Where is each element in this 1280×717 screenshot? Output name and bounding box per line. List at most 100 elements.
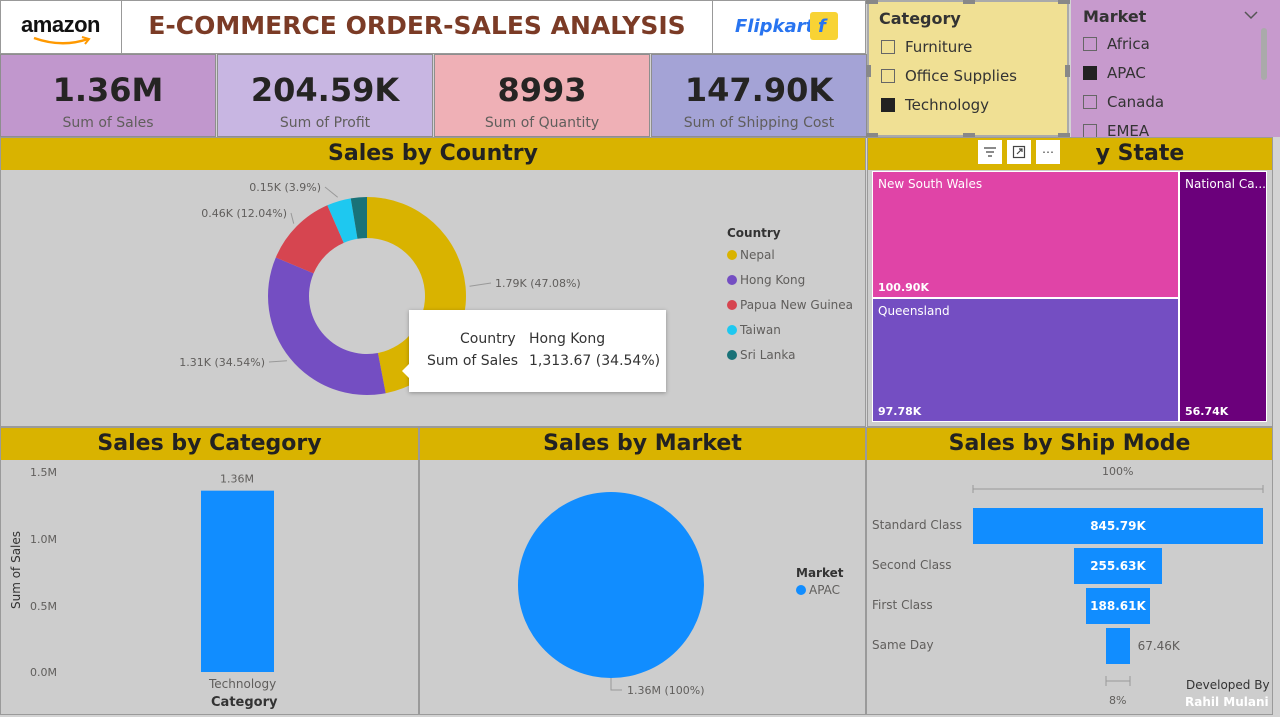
kpi-sum-of-shipping-cost: 147.90K Sum of Shipping Cost xyxy=(651,54,867,137)
market-pie-chart[interactable]: 1.36M (100%) xyxy=(480,464,800,714)
tooltip-pointer xyxy=(402,364,409,378)
flipkart-logo: Flipkart f xyxy=(712,0,866,54)
legend-label: Sri Lanka xyxy=(740,347,796,362)
resize-handle[interactable] xyxy=(1065,65,1070,77)
treemap-value: 97.78K xyxy=(878,405,922,418)
funnel-bottom-percent: 8% xyxy=(1109,694,1127,707)
y-tick-label: 1.5M xyxy=(30,466,57,479)
data-label-leader xyxy=(610,678,622,691)
slicer-item-africa[interactable]: Africa xyxy=(1083,29,1164,58)
slicer-item-list: Africa APAC Canada EMEA xyxy=(1083,29,1164,137)
y-tick-label: 0.0M xyxy=(30,666,57,679)
category-bar-chart[interactable]: 1.36M xyxy=(91,462,391,694)
tooltip: Country Hong Kong Sum of Sales 1,313.67 … xyxy=(402,310,666,392)
tooltip-value: Hong Kong xyxy=(529,331,606,347)
data-label-leader xyxy=(469,282,492,287)
legend-item-sri-lanka[interactable]: Sri Lanka xyxy=(727,342,853,367)
legend-label: Nepal xyxy=(740,247,775,262)
legend-item-hong-kong[interactable]: Hong Kong xyxy=(727,267,853,292)
slicer-item-label: APAC xyxy=(1107,63,1146,82)
treemap-label: Queensland xyxy=(878,304,950,318)
slicer-item-technology[interactable]: Technology xyxy=(881,90,1017,119)
panel-title: y State xyxy=(868,138,1272,170)
pie-slice-apac[interactable] xyxy=(518,492,704,678)
scrollbar[interactable] xyxy=(1261,28,1267,80)
amazon-logo-text: amazon xyxy=(21,12,100,37)
funnel-bar-same-day[interactable] xyxy=(1106,628,1130,664)
legend-title: Market xyxy=(796,566,844,580)
kpi-value: 1.36M xyxy=(52,71,164,109)
funnel-top-bracket xyxy=(972,485,1264,493)
data-label: 1.79K (47.08%) xyxy=(495,277,581,290)
panel-title: Sales by Category xyxy=(1,428,418,460)
kpi-value: 204.59K xyxy=(250,71,400,109)
data-label: 0.46K (12.04%) xyxy=(201,207,287,220)
resize-handle[interactable] xyxy=(866,65,871,77)
funnel-category-label: Same Day xyxy=(872,638,934,652)
visual-header-toolbar: ⋯ xyxy=(978,140,1060,166)
slicer-item-office-supplies[interactable]: Office Supplies xyxy=(881,61,1017,90)
legend-item-apac[interactable]: APAC xyxy=(796,580,844,600)
slicer-item-label: Furniture xyxy=(905,37,973,56)
treemap-cell-queensland[interactable]: Queensland 97.78K xyxy=(872,298,1179,422)
legend-item-taiwan[interactable]: Taiwan xyxy=(727,317,853,342)
market-slicer[interactable]: Market Africa APAC Canada EMEA xyxy=(1071,0,1280,137)
treemap-label: New South Wales xyxy=(878,177,983,191)
panel-title-text: y State xyxy=(1095,141,1185,166)
funnel-bar-standard-class[interactable]: 845.79K xyxy=(973,508,1263,544)
data-label-leader xyxy=(324,186,338,198)
bar-technology[interactable] xyxy=(201,490,274,672)
legend-dot xyxy=(727,324,737,335)
slicer-item-canada[interactable]: Canada xyxy=(1083,87,1164,116)
donut-slice-hong-kong[interactable] xyxy=(267,257,386,395)
checkbox-icon[interactable] xyxy=(1083,36,1097,51)
checkbox-checked-icon[interactable] xyxy=(1083,65,1097,80)
slicer-item-emea[interactable]: EMEA xyxy=(1083,116,1164,137)
kpi-sum-of-sales: 1.36M Sum of Sales xyxy=(0,54,216,137)
funnel-bar-first-class[interactable]: 188.61K xyxy=(1085,588,1151,624)
chevron-down-icon[interactable] xyxy=(1243,10,1259,20)
funnel-category-label: First Class xyxy=(872,598,933,612)
pie-data-label: 1.36M (100%) xyxy=(627,684,705,697)
market-legend: Market APAC xyxy=(796,566,844,600)
y-axis-label: Sum of Sales xyxy=(9,530,24,610)
funnel-data-label: 255.63K xyxy=(1090,559,1146,573)
checkbox-icon[interactable] xyxy=(1083,123,1097,137)
kpi-value: 147.90K xyxy=(684,71,834,109)
tooltip-key: Sum of Sales xyxy=(427,353,519,369)
legend-label: Taiwan xyxy=(740,322,781,337)
treemap-cell-national-capital[interactable]: National Ca... 56.74K xyxy=(1179,171,1267,422)
checkbox-icon[interactable] xyxy=(881,68,895,83)
slicer-item-label: Office Supplies xyxy=(905,66,1018,85)
resize-handle[interactable] xyxy=(963,0,975,4)
funnel-data-label: 845.79K xyxy=(1090,519,1146,533)
tooltip-value: 1,313.67 (34.54%) xyxy=(529,353,661,369)
legend-item-nepal[interactable]: Nepal xyxy=(727,242,853,267)
legend-dot xyxy=(727,299,737,310)
treemap-cell-new-south-wales[interactable]: New South Wales 100.90K xyxy=(872,171,1179,298)
legend-item-papua-new-guinea[interactable]: Papua New Guinea xyxy=(727,292,853,317)
amazon-smile-icon xyxy=(33,36,91,45)
funnel-bottom-bracket xyxy=(1105,676,1131,686)
more-options-icon[interactable]: ⋯ xyxy=(1036,140,1060,164)
checkbox-checked-icon[interactable] xyxy=(881,97,895,112)
slicer-item-apac[interactable]: APAC xyxy=(1083,58,1164,87)
funnel-bar-second-class[interactable]: 255.63K xyxy=(1074,548,1162,584)
country-legend: Country Nepal Hong Kong Papua New Guinea Ta… xyxy=(727,226,853,367)
category-slicer[interactable]: Category Furniture Office Supplies Techn… xyxy=(866,0,1070,138)
slicer-item-furniture[interactable]: Furniture xyxy=(881,32,1017,61)
focus-mode-icon[interactable] xyxy=(1007,140,1031,164)
checkbox-icon[interactable] xyxy=(881,39,895,54)
resize-handle[interactable] xyxy=(866,0,878,4)
ship-mode-funnel-chart[interactable]: Standard Class 845.79K Second Class 255.63K… xyxy=(867,500,1274,675)
data-label-leader xyxy=(268,360,287,363)
legend-label: Hong Kong xyxy=(740,272,806,287)
checkbox-icon[interactable] xyxy=(1083,94,1097,109)
filter-icon[interactable] xyxy=(978,140,1002,164)
tooltip-key: Country xyxy=(460,331,516,347)
treemap-label: National Ca... xyxy=(1185,177,1266,191)
data-label-leader xyxy=(290,212,295,224)
sales-by-category-panel: Sales by Category 1.5M 1.0M 0.5M 0.0M Su… xyxy=(0,427,419,715)
sales-by-market-panel: Sales by Market 1.36M (100%) Market APAC xyxy=(419,427,866,715)
resize-handle[interactable] xyxy=(1058,0,1070,4)
